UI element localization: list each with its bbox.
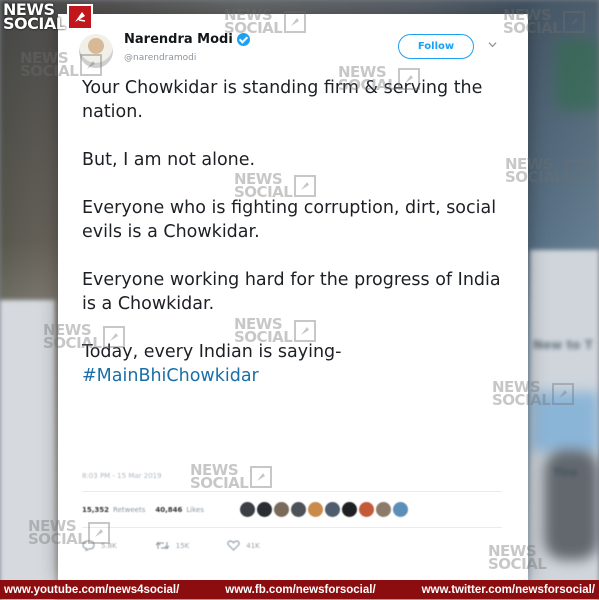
- liker-avatar[interactable]: [257, 502, 272, 517]
- tweet-actions: 5.8K 15K 41K: [82, 540, 260, 551]
- tweet-paragraph: Your Chowkidar is standing firm & servin…: [82, 78, 483, 122]
- youtube-link[interactable]: www.youtube.com/news4social/: [4, 584, 179, 596]
- logo-text-line2: SOCIAL: [3, 14, 66, 33]
- likes-count[interactable]: 40,846: [155, 506, 182, 514]
- author-handle[interactable]: @narendramodi: [124, 53, 196, 63]
- background-side-text: New to T: [533, 338, 593, 352]
- reply-count: 5.8K: [101, 541, 117, 550]
- divider: [82, 527, 502, 528]
- facebook-link[interactable]: www.fb.com/newsforsocial/: [225, 584, 375, 596]
- news-social-logo-icon: [67, 4, 94, 30]
- chevron-down-icon[interactable]: [488, 40, 497, 49]
- hashtag-link[interactable]: #MainBhiChowkidar: [82, 364, 512, 388]
- engagement-stats: 15,352 Retweets 40,846 Likes: [82, 506, 204, 514]
- retweet-action-count: 15K: [175, 541, 190, 550]
- liker-avatar[interactable]: [359, 502, 374, 517]
- tweet-paragraph: But, I am not alone.: [82, 150, 256, 170]
- liker-avatar[interactable]: [240, 502, 255, 517]
- reply-action[interactable]: 5.8K: [82, 540, 117, 551]
- tweet-paragraph: Today, every Indian is saying-: [82, 342, 342, 362]
- heart-icon: [227, 540, 241, 551]
- verified-badge-icon: [236, 33, 250, 46]
- retweet-action[interactable]: 15K: [155, 540, 190, 551]
- liker-avatar[interactable]: [342, 502, 357, 517]
- liker-avatars: [240, 502, 408, 517]
- tweet-paragraph: Everyone working hard for the progress o…: [82, 270, 501, 314]
- likes-label: Likes: [186, 506, 204, 514]
- tweet-timestamp[interactable]: 8:03 PM - 15 Mar 2019: [82, 472, 162, 480]
- liker-avatar[interactable]: [308, 502, 323, 517]
- avatar[interactable]: [79, 34, 113, 68]
- liker-avatar[interactable]: [376, 502, 391, 517]
- like-action-count: 41K: [246, 541, 260, 550]
- liker-avatar[interactable]: [291, 502, 306, 517]
- retweets-label: Retweets: [113, 506, 146, 514]
- tweet-card: Narendra Modi @narendramodi Follow Your …: [58, 14, 528, 580]
- retweets-count[interactable]: 15,352: [82, 506, 109, 514]
- like-action[interactable]: 41K: [227, 540, 260, 551]
- footer-link-bar: www.youtube.com/news4social/ www.fb.com/…: [0, 580, 599, 599]
- twitter-link[interactable]: www.twitter.com/newsforsocial/: [422, 584, 595, 596]
- follow-button[interactable]: Follow: [398, 34, 474, 59]
- retweet-icon: [155, 541, 170, 550]
- liker-avatar[interactable]: [274, 502, 289, 517]
- reply-icon: [82, 540, 95, 551]
- author-name[interactable]: Narendra Modi: [124, 32, 233, 47]
- news-social-logo[interactable]: NEWS SOCIAL: [3, 2, 94, 33]
- author-name-row[interactable]: Narendra Modi: [124, 32, 250, 47]
- tweet-paragraph: Everyone who is fighting corruption, dir…: [82, 198, 497, 242]
- liker-avatar[interactable]: [325, 502, 340, 517]
- background-side-text-2: You: [553, 465, 578, 479]
- divider: [82, 491, 502, 492]
- liker-avatar[interactable]: [393, 502, 408, 517]
- tweet-text: Your Chowkidar is standing firm & servin…: [82, 76, 512, 388]
